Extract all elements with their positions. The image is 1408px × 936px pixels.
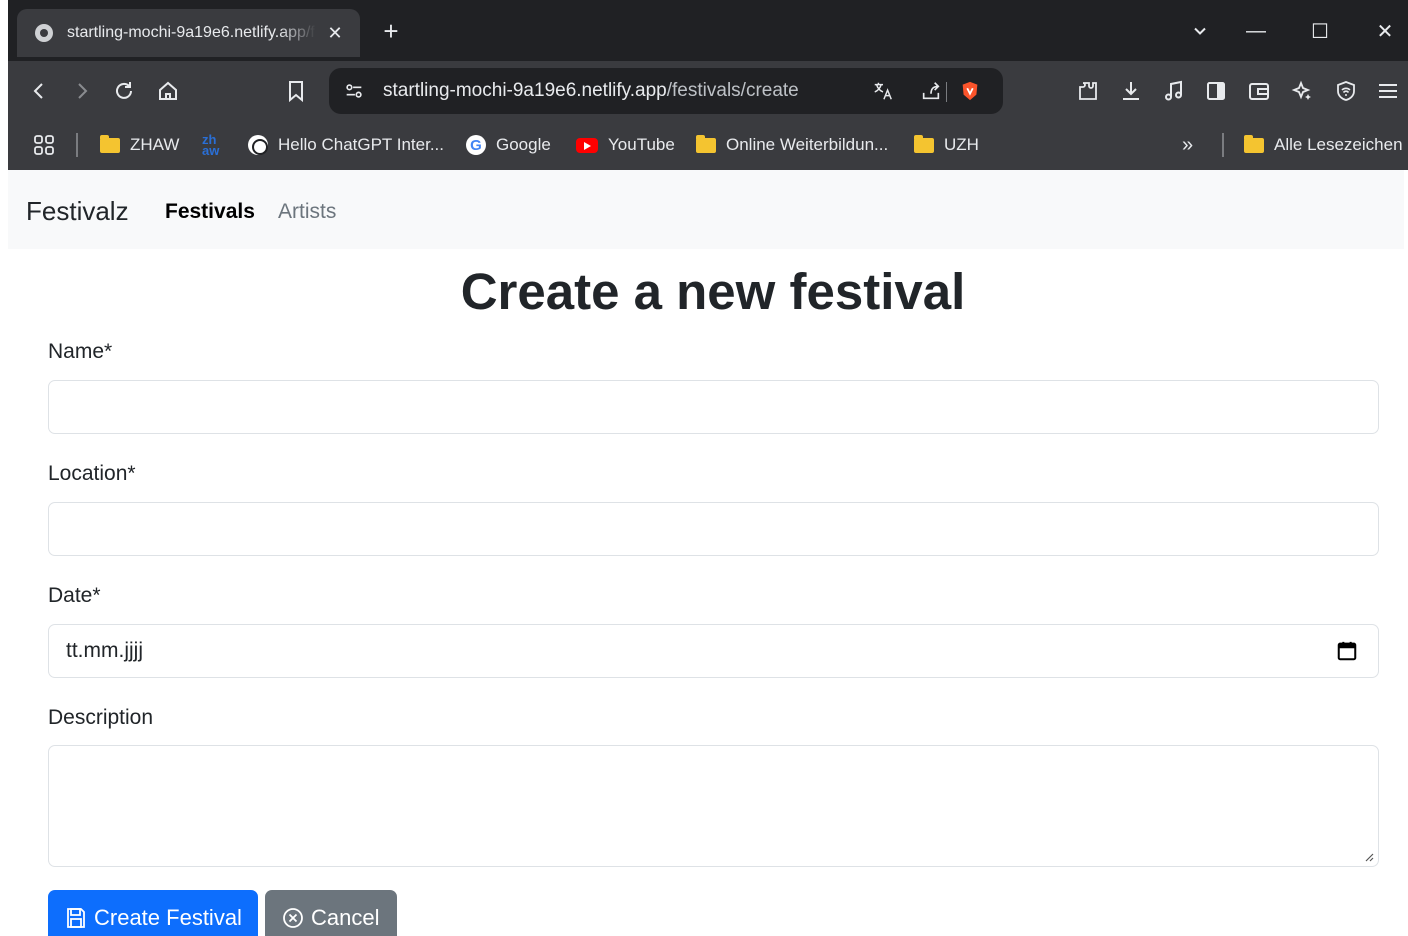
home-icon[interactable]	[152, 75, 184, 107]
nav-festivals-link[interactable]: Festivals	[165, 200, 255, 224]
nav-artists-link[interactable]: Artists	[278, 200, 336, 224]
new-tab-button[interactable]: +	[378, 18, 404, 44]
site-settings-icon[interactable]	[341, 78, 367, 104]
all-bookmarks-label: Alle Lesezeichen	[1274, 135, 1403, 154]
maximize-button[interactable]: ☐	[1305, 16, 1335, 46]
url-path: /festivals/create	[666, 80, 799, 101]
media-music-icon[interactable]	[1158, 75, 1190, 107]
minimize-button[interactable]: —	[1241, 16, 1271, 46]
netlify-favicon-icon	[35, 24, 53, 42]
tab-title: startling-mochi-9a19e6.netlify.app/festi…	[67, 24, 316, 41]
folder-icon	[696, 134, 716, 153]
date-label: Date*	[48, 584, 101, 607]
date-input[interactable]: tt.mm.jjjj	[48, 624, 1379, 678]
youtube-icon	[576, 137, 598, 153]
browser-toolbar: startling-mochi-9a19e6.netlify.app/festi…	[8, 61, 1408, 121]
resize-grip-icon[interactable]	[1364, 852, 1374, 862]
sidebar-icon[interactable]	[1200, 75, 1232, 107]
bookmark-zhaw-logo[interactable]: zh aw	[202, 133, 219, 157]
folder-icon	[100, 134, 120, 153]
location-input[interactable]	[48, 502, 1379, 556]
url-text[interactable]: startling-mochi-9a19e6.netlify.app/festi…	[383, 80, 799, 102]
create-festival-button[interactable]: Create Festival	[48, 890, 258, 936]
bookmark-label: ZHAW	[130, 135, 180, 154]
name-input[interactable]	[48, 380, 1379, 434]
description-textarea[interactable]	[48, 745, 1379, 867]
back-icon[interactable]	[23, 75, 55, 107]
name-label: Name*	[48, 340, 113, 363]
apps-grid-icon[interactable]	[32, 133, 56, 157]
brand-link[interactable]: Festivalz	[26, 196, 129, 227]
bookmark-icon[interactable]	[280, 75, 312, 107]
chatgpt-icon	[248, 135, 268, 155]
bookmarks-overflow-button[interactable]: »	[1182, 133, 1193, 157]
bookmark-label: Hello ChatGPT Inter...	[278, 135, 444, 154]
cancel-label: Cancel	[311, 905, 380, 930]
translate-icon[interactable]	[870, 78, 896, 104]
bookmark-label: YouTube	[608, 135, 675, 154]
url-host: startling-mochi-9a19e6.netlify.app	[383, 80, 667, 101]
bookmark-label: UZH	[944, 135, 979, 154]
browser-tab[interactable]: startling-mochi-9a19e6.netlify.app/festi…	[17, 9, 360, 57]
address-bar[interactable]: startling-mochi-9a19e6.netlify.app/festi…	[329, 68, 1003, 114]
app-navbar: Festivalz Festivals Artists	[8, 170, 1404, 249]
brave-shields-icon[interactable]	[957, 78, 983, 104]
date-placeholder: tt.mm.jjjj	[66, 639, 143, 662]
address-bar-divider	[946, 82, 947, 102]
bookmark-label: Google	[496, 135, 551, 154]
description-label: Description	[48, 706, 154, 729]
tab-close-icon[interactable]: ✕	[324, 22, 346, 44]
bookmarks-divider	[76, 133, 78, 157]
reload-icon[interactable]	[108, 75, 140, 107]
create-festival-label: Create Festival	[94, 905, 242, 930]
leo-ai-icon[interactable]	[1286, 75, 1318, 107]
save-floppy-icon	[67, 908, 85, 928]
bookmark-uzh[interactable]: UZH	[914, 133, 979, 157]
cancel-button[interactable]: Cancel	[265, 890, 397, 936]
cancel-circle-x-icon	[283, 908, 303, 928]
tab-search-chevron-icon[interactable]	[1185, 16, 1215, 46]
download-icon[interactable]	[1115, 75, 1147, 107]
close-window-button[interactable]: ✕	[1370, 16, 1400, 46]
vpn-shield-icon[interactable]	[1330, 75, 1362, 107]
extensions-icon[interactable]	[1072, 75, 1104, 107]
google-icon: G	[466, 135, 486, 155]
zhaw-logo-icon: zh aw	[202, 132, 220, 158]
calendar-icon[interactable]	[1336, 640, 1358, 662]
all-bookmarks-folder[interactable]: Alle Lesezeichen	[1244, 133, 1403, 157]
menu-hamburger-icon[interactable]	[1372, 75, 1404, 107]
bookmark-online-weiterbildung[interactable]: Online Weiterbildun...	[696, 133, 888, 157]
share-icon[interactable]	[918, 78, 944, 104]
bookmarks-divider	[1222, 133, 1224, 157]
browser-chrome: startling-mochi-9a19e6.netlify.app/festi…	[8, 0, 1408, 170]
bookmark-youtube[interactable]: YouTube	[576, 133, 675, 157]
location-label: Location*	[48, 462, 136, 485]
forward-icon[interactable]	[66, 75, 98, 107]
folder-icon	[1244, 134, 1264, 153]
bookmark-google[interactable]: G Google	[466, 133, 551, 157]
wallet-icon[interactable]	[1243, 75, 1275, 107]
bookmark-zhaw[interactable]: ZHAW	[100, 133, 179, 157]
bookmark-chatgpt[interactable]: Hello ChatGPT Inter...	[248, 133, 444, 157]
bookmark-label: Online Weiterbildun...	[726, 135, 889, 154]
screen: startling-mochi-9a19e6.netlify.app/festi…	[0, 0, 1408, 936]
bookmarks-bar: ZHAW zh aw Hello ChatGPT Inter... G Google…	[8, 121, 1408, 170]
folder-icon	[914, 134, 934, 153]
page-title: Create a new festival	[460, 263, 966, 320]
tab-strip: startling-mochi-9a19e6.netlify.app/festi…	[8, 0, 1408, 61]
